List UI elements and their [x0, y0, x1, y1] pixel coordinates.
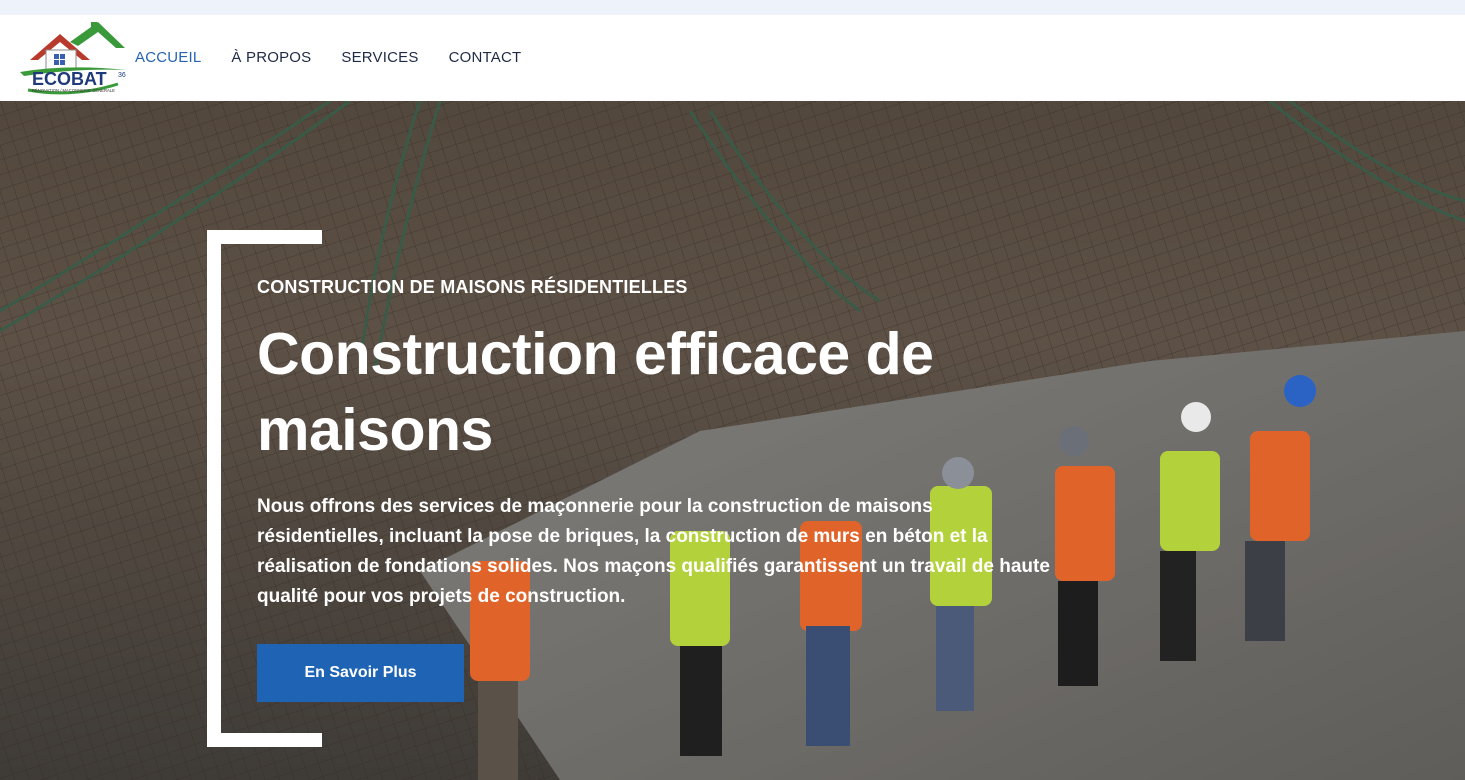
hero-description: Nous offrons des services de maçonnerie … [257, 496, 1050, 607]
svg-text:36: 36 [118, 72, 126, 79]
hero-section: CONSTRUCTION DE MAISONS RÉSIDENTIELLES C… [0, 101, 1465, 780]
nav-item-a-propos[interactable]: À PROPOS [231, 49, 311, 66]
main-nav: ACCUEIL À PROPOS SERVICES CONTACT [135, 49, 551, 66]
svg-text:ECOBAT: ECOBAT [32, 69, 107, 89]
logo-graphic: ECOBAT 36 RÉNOVATION / MAÇONNERIE GÉNÉRA… [20, 22, 126, 95]
ecobat-logo[interactable]: ECOBAT 36 RÉNOVATION / MAÇONNERIE GÉNÉRA… [18, 20, 133, 96]
en-savoir-plus-button[interactable]: En Savoir Plus [257, 644, 464, 702]
nav-item-contact[interactable]: CONTACT [449, 49, 522, 66]
svg-text:RÉNOVATION / MAÇONNERIE GÉNÉRA: RÉNOVATION / MAÇONNERIE GÉNÉRALE [32, 88, 115, 93]
hero-title: Construction efficace de maisons [257, 321, 934, 463]
nav-item-services[interactable]: SERVICES [341, 49, 418, 66]
site-header: ECOBAT 36 RÉNOVATION / MAÇONNERIE GÉNÉRA… [0, 15, 1465, 101]
nav-item-accueil[interactable]: ACCUEIL [135, 49, 201, 66]
hero-eyebrow: CONSTRUCTION DE MAISONS RÉSIDENTIELLES [257, 277, 688, 297]
top-strip [0, 0, 1465, 15]
